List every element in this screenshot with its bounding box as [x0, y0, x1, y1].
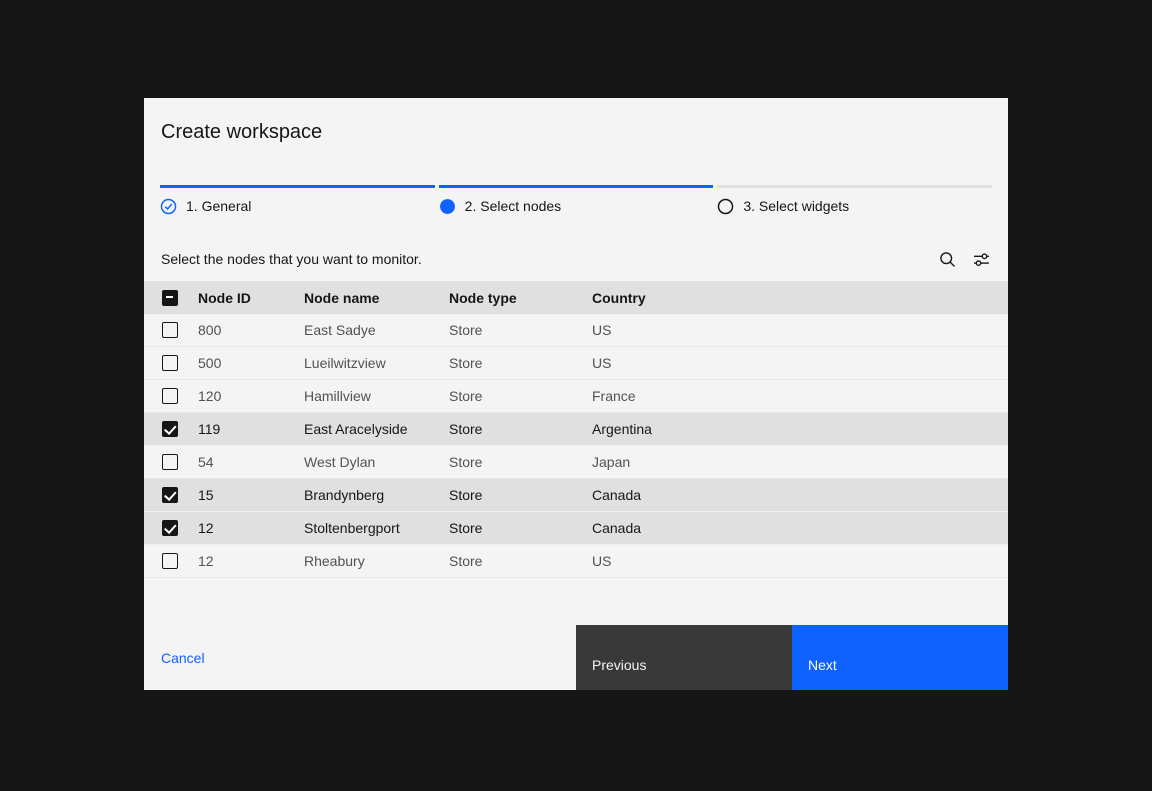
cell-node-id: 120 [198, 388, 304, 404]
nodes-table: Node ID Node name Node type Country 800 … [144, 281, 1008, 578]
cell-node-name: West Dylan [304, 454, 449, 470]
cell-node-type: Store [449, 520, 592, 536]
cell-node-name: East Aracelyside [304, 421, 449, 437]
filled-circle-icon [439, 198, 456, 215]
table-body: 800 East Sadye Store US 500 Lueilwitzvie… [144, 314, 1008, 578]
cell-node-type: Store [449, 421, 592, 437]
modal-footer: Cancel Previous Next [144, 625, 1008, 690]
cell-node-id: 800 [198, 322, 304, 338]
row-checkbox[interactable] [162, 388, 178, 404]
page-title: Create workspace [161, 119, 991, 145]
table-row[interactable]: 54 West Dylan Store Japan [144, 446, 1008, 479]
row-checkbox[interactable] [162, 553, 178, 569]
circle-outline-icon [717, 198, 734, 215]
cell-country: US [592, 322, 1008, 338]
settings-adjust-icon [973, 251, 990, 268]
table-row[interactable]: 500 Lueilwitzview Store US [144, 347, 1008, 380]
table-description: Select the nodes that you want to monito… [161, 251, 926, 267]
cell-node-type: Store [449, 388, 592, 404]
row-checkbox[interactable] [162, 454, 178, 470]
cell-node-name: Rheabury [304, 553, 449, 569]
cell-node-type: Store [449, 322, 592, 338]
table-row[interactable]: 15 Brandynberg Store Canada [144, 479, 1008, 512]
row-checkbox[interactable] [162, 421, 178, 437]
cell-node-id: 54 [198, 454, 304, 470]
row-checkbox[interactable] [162, 355, 178, 371]
cell-country: Japan [592, 454, 1008, 470]
progress-indicator: 1. General 2. Select nodes 3. Select wid… [160, 185, 992, 215]
cell-country: Canada [592, 520, 1008, 536]
cell-node-name: Hamillview [304, 388, 449, 404]
cell-country: Canada [592, 487, 1008, 503]
table-row[interactable]: 120 Hamillview Store France [144, 380, 1008, 413]
create-workspace-modal: Create workspace 1. General 2. Select no… [144, 98, 1008, 690]
cell-node-type: Store [449, 454, 592, 470]
step-label: 2. Select nodes [465, 197, 562, 215]
table-toolbar: Select the nodes that you want to monito… [144, 237, 1008, 281]
cell-node-type: Store [449, 553, 592, 569]
cell-node-name: East Sadye [304, 322, 449, 338]
modal-header: Create workspace [144, 98, 1008, 145]
row-checkbox[interactable] [162, 520, 178, 536]
step-label: 3. Select widgets [743, 197, 849, 215]
cell-node-id: 119 [198, 421, 304, 437]
row-checkbox[interactable] [162, 322, 178, 338]
cell-country: Argentina [592, 421, 1008, 437]
row-checkbox[interactable] [162, 487, 178, 503]
cell-country: France [592, 388, 1008, 404]
search-button[interactable] [934, 246, 960, 272]
cell-node-type: Store [449, 487, 592, 503]
table-row[interactable]: 119 East Aracelyside Store Argentina [144, 413, 1008, 446]
cell-node-name: Brandynberg [304, 487, 449, 503]
cell-country: US [592, 553, 1008, 569]
cell-country: US [592, 355, 1008, 371]
checkmark-outline-icon [160, 198, 177, 215]
column-header-country: Country [592, 290, 1008, 306]
cell-node-id: 500 [198, 355, 304, 371]
progress-step-select-nodes[interactable]: 2. Select nodes [439, 185, 714, 215]
next-button[interactable]: Next [792, 625, 1008, 690]
previous-button[interactable]: Previous [576, 625, 792, 690]
cell-node-name: Stoltenbergport [304, 520, 449, 536]
cell-node-id: 12 [198, 520, 304, 536]
table-header-row: Node ID Node name Node type Country [144, 281, 1008, 314]
column-header-node-id: Node ID [198, 290, 304, 306]
cancel-button[interactable]: Cancel [161, 650, 205, 666]
column-header-node-type: Node type [449, 290, 592, 306]
progress-step-general[interactable]: 1. General [160, 185, 435, 215]
filter-button[interactable] [968, 246, 994, 272]
table-row[interactable]: 12 Stoltenbergport Store Canada [144, 512, 1008, 545]
cell-node-id: 15 [198, 487, 304, 503]
search-icon [939, 251, 956, 268]
table-row[interactable]: 800 East Sadye Store US [144, 314, 1008, 347]
step-label: 1. General [186, 197, 251, 215]
cell-node-name: Lueilwitzview [304, 355, 449, 371]
cell-node-id: 12 [198, 553, 304, 569]
column-header-node-name: Node name [304, 290, 449, 306]
cell-node-type: Store [449, 355, 592, 371]
select-all-checkbox[interactable] [162, 290, 178, 306]
progress-step-select-widgets[interactable]: 3. Select widgets [717, 185, 992, 215]
table-row[interactable]: 12 Rheabury Store US [144, 545, 1008, 578]
